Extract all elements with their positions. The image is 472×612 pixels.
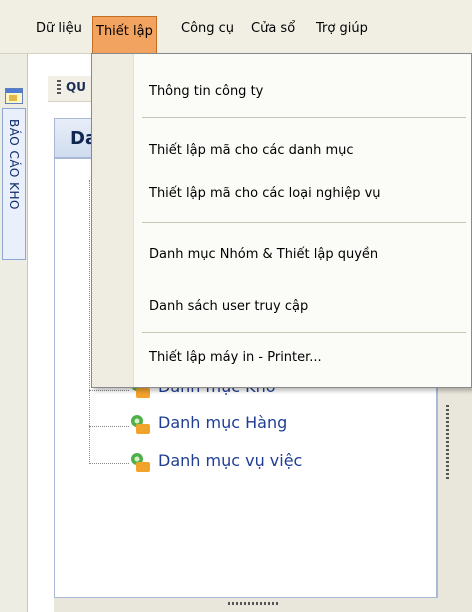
toolbar-grip[interactable] — [57, 80, 61, 96]
tab-bao-cao-kho[interactable]: BÁO CÁO KHO — [2, 108, 26, 260]
menu-thiet-lap[interactable]: Thiết lập — [92, 16, 157, 53]
bottom-dock-bar — [54, 598, 472, 612]
menu-separator — [142, 332, 466, 333]
tree-item-label: Danh mục vụ việc — [158, 451, 303, 470]
report-icon[interactable] — [5, 88, 23, 104]
menu-cua-so[interactable]: Cửa sổ — [248, 18, 298, 40]
menu-tro-giup[interactable]: Trợ giúp — [313, 18, 371, 40]
menu-separator — [142, 222, 466, 223]
menu-bar: Dữ liệu Thiết lập Công cụ Cửa sổ Trợ giú… — [0, 0, 472, 54]
tree-connector — [89, 390, 129, 391]
menu-cong-cu[interactable]: Công cụ — [178, 18, 237, 40]
gear-folder-icon — [131, 453, 150, 472]
menu-separator — [142, 117, 466, 118]
vertical-splitter-grip[interactable] — [446, 405, 449, 481]
panel-toolbar-label: QU — [66, 80, 86, 94]
horizontal-splitter-grip[interactable] — [228, 602, 278, 605]
menu-item-ma-danh-muc[interactable]: Thiết lập mã cho các danh mục — [149, 143, 354, 158]
tree-connector — [89, 463, 129, 464]
menu-du-lieu[interactable]: Dữ liệu — [33, 18, 85, 40]
menu-item-thong-tin-cong-ty[interactable]: Thông tin công ty — [149, 84, 263, 99]
tree-connector — [89, 426, 129, 427]
tab-bao-cao-kho-label: BÁO CÁO KHO — [7, 119, 21, 210]
menu-item-ma-nghiep-vu[interactable]: Thiết lập mã cho các loại nghiệp vụ — [149, 186, 381, 201]
tree-item-label: Danh mục Hàng — [158, 413, 288, 432]
gear-folder-icon — [131, 415, 150, 434]
tree-connector — [89, 180, 90, 464]
menu-item-user-truy-cap[interactable]: Danh sách user truy cập — [149, 299, 308, 314]
menu-item-may-in[interactable]: Thiết lập máy in - Printer... — [149, 350, 322, 365]
thiet-lap-dropdown-menu: Thông tin công ty Thiết lập mã cho các d… — [91, 53, 472, 388]
menu-item-nhom-quyen[interactable]: Danh mục Nhóm & Thiết lập quyền — [149, 247, 378, 262]
menu-icon-strip — [92, 54, 134, 387]
